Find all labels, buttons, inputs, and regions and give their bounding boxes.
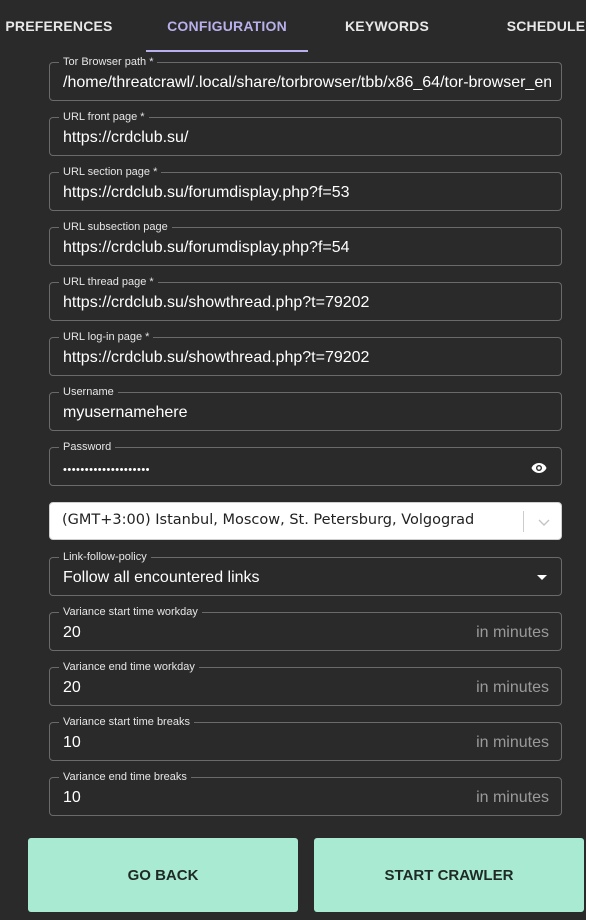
- field-value[interactable]: https://crdclub.su/showthread.php?t=7920…: [63, 293, 551, 313]
- url-thread-page-field[interactable]: URL thread page * https://crdclub.su/sho…: [49, 275, 562, 321]
- field-value[interactable]: https://crdclub.su/: [63, 128, 551, 148]
- field-label: Variance start time breaks: [59, 715, 194, 729]
- field-label: Variance start time workday: [59, 605, 202, 619]
- url-login-page-field[interactable]: URL log-in page * https://crdclub.su/sho…: [49, 330, 562, 376]
- field-label: URL thread page *: [59, 275, 158, 289]
- unit-suffix: in minutes: [476, 789, 549, 806]
- field-label: Variance end time workday: [59, 660, 199, 674]
- start-crawler-button[interactable]: START CRAWLER: [314, 838, 584, 912]
- go-back-button[interactable]: GO BACK: [28, 838, 298, 912]
- caret-down-icon[interactable]: [537, 575, 547, 580]
- field-value[interactable]: https://crdclub.su/forumdisplay.php?f=53: [63, 183, 551, 203]
- tab-configuration[interactable]: CONFIGURATION: [146, 0, 308, 52]
- tab-keywords[interactable]: KEYWORDS: [334, 0, 440, 52]
- unit-suffix: in minutes: [476, 679, 549, 696]
- field-label: URL log-in page *: [59, 330, 154, 344]
- tor-browser-path-field[interactable]: Tor Browser path * /home/threatcrawl/.lo…: [49, 55, 562, 101]
- field-label: Username: [59, 385, 118, 399]
- field-label: URL subsection page: [59, 220, 172, 234]
- tab-bar: PREFERENCES CONFIGURATION KEYWORDS SCHED…: [0, 0, 586, 52]
- variance-end-breaks-field[interactable]: Variance end time breaks 10 in minutes: [49, 770, 562, 816]
- field-value[interactable]: ••••••••••••••••••••: [63, 460, 551, 480]
- eye-icon[interactable]: [529, 458, 549, 478]
- configuration-panel: PREFERENCES CONFIGURATION KEYWORDS SCHED…: [0, 0, 586, 920]
- url-section-page-field[interactable]: URL section page * https://crdclub.su/fo…: [49, 165, 562, 211]
- link-follow-policy-select[interactable]: Link-follow-policy Follow all encountere…: [49, 550, 562, 596]
- field-label: URL front page *: [59, 110, 149, 124]
- field-label: URL section page *: [59, 165, 162, 179]
- username-field[interactable]: Username myusernamehere: [49, 385, 562, 431]
- field-label: Link-follow-policy: [59, 550, 151, 564]
- field-label: Tor Browser path *: [59, 55, 158, 69]
- field-value[interactable]: https://crdclub.su/showthread.php?t=7920…: [63, 348, 551, 368]
- url-front-page-field[interactable]: URL front page * https://crdclub.su/: [49, 110, 562, 156]
- field-label: Password: [59, 440, 116, 454]
- variance-start-breaks-field[interactable]: Variance start time breaks 10 in minutes: [49, 715, 562, 761]
- tab-schedule[interactable]: SCHEDULE: [494, 0, 586, 52]
- field-label: Variance end time breaks: [59, 770, 191, 784]
- unit-suffix: in minutes: [476, 624, 549, 641]
- variance-end-workday-field[interactable]: Variance end time workday 20 in minutes: [49, 660, 562, 706]
- chevron-down-icon[interactable]: [537, 515, 551, 529]
- url-subsection-page-field[interactable]: URL subsection page https://crdclub.su/f…: [49, 220, 562, 266]
- unit-suffix: in minutes: [476, 734, 549, 751]
- select-divider: [523, 511, 524, 532]
- variance-start-workday-field[interactable]: Variance start time workday 20 in minute…: [49, 605, 562, 651]
- field-value[interactable]: Follow all encountered links: [63, 568, 551, 588]
- password-field[interactable]: Password ••••••••••••••••••••: [49, 440, 562, 486]
- field-value[interactable]: /home/threatcrawl/.local/share/torbrowse…: [63, 73, 551, 93]
- tab-preferences[interactable]: PREFERENCES: [0, 0, 122, 52]
- field-value[interactable]: myusernamehere: [63, 403, 551, 423]
- timezone-value: (GMT+3:00) Istanbul, Moscow, St. Petersb…: [62, 512, 475, 528]
- timezone-select[interactable]: (GMT+3:00) Istanbul, Moscow, St. Petersb…: [49, 502, 562, 540]
- field-value[interactable]: https://crdclub.su/forumdisplay.php?f=54: [63, 238, 551, 258]
